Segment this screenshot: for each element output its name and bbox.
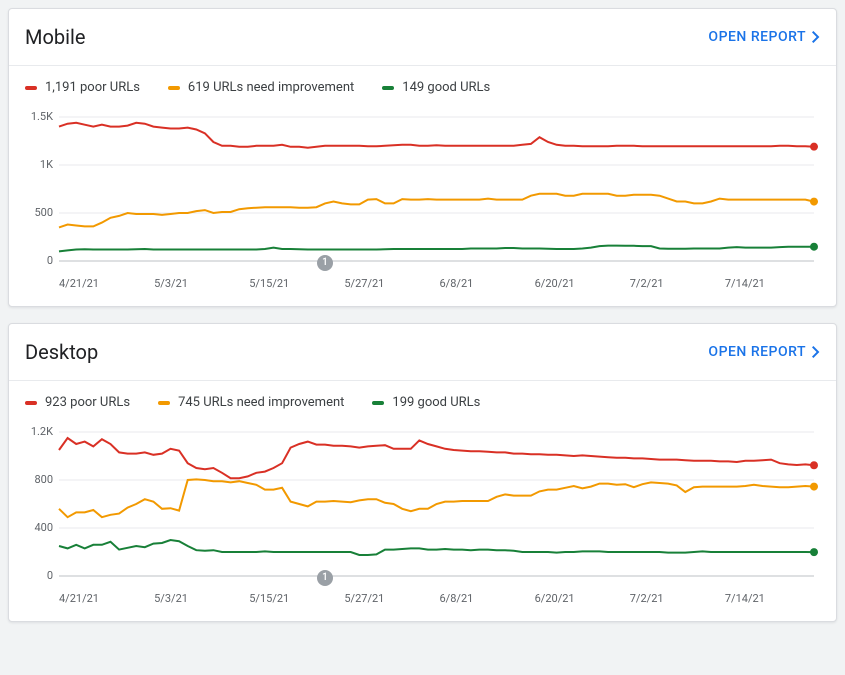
svg-text:800: 800 (34, 473, 53, 486)
legend-item-poor: 923 poor URLs (25, 395, 130, 410)
svg-text:1K: 1K (40, 158, 53, 171)
mobile-open-report-link[interactable]: OPEN REPORT (708, 29, 820, 45)
x-tick-label: 5/27/21 (344, 277, 439, 290)
legend-item-good: 149 good URLs (382, 80, 490, 95)
x-tick-label: 4/21/21 (59, 592, 154, 605)
x-tick-label: 7/2/21 (630, 277, 725, 290)
svg-text:1.2K: 1.2K (31, 425, 53, 438)
mobile-legend: 1,191 poor URLs 619 URLs need improvemen… (9, 66, 836, 101)
legend-label: 745 URLs need improvement (178, 395, 344, 410)
timeline-marker-icon[interactable]: 1 (317, 570, 333, 586)
x-tick-label: 6/8/21 (440, 592, 535, 605)
mobile-chart: 0 500 1K 1.5K 1 (9, 101, 836, 277)
x-tick-label: 6/20/21 (535, 592, 630, 605)
legend-swatch-good (372, 401, 384, 405)
mobile-chart-svg: 0 500 1K 1.5K (25, 109, 820, 269)
open-report-label: OPEN REPORT (708, 344, 806, 360)
chevron-right-icon (812, 346, 820, 358)
legend-label: 923 poor URLs (45, 395, 130, 410)
x-tick-label: 7/14/21 (725, 277, 820, 290)
legend-item-good: 199 good URLs (372, 395, 480, 410)
desktop-card-header: Desktop OPEN REPORT (9, 324, 836, 372)
x-tick-label: 5/27/21 (344, 592, 439, 605)
desktop-open-report-link[interactable]: OPEN REPORT (708, 344, 820, 360)
legend-label: 1,191 poor URLs (45, 80, 140, 95)
legend-swatch-ni (158, 401, 170, 405)
legend-label: 619 URLs need improvement (188, 80, 354, 95)
x-tick-label: 6/20/21 (535, 277, 630, 290)
legend-item-need-improvement: 619 URLs need improvement (168, 80, 354, 95)
legend-item-need-improvement: 745 URLs need improvement (158, 395, 344, 410)
x-tick-label: 7/2/21 (630, 592, 725, 605)
svg-text:1.5K: 1.5K (31, 110, 53, 123)
legend-swatch-poor (25, 86, 37, 90)
desktop-x-axis: 4/21/215/3/215/15/215/27/216/8/216/20/21… (9, 592, 836, 621)
x-tick-label: 5/3/21 (154, 592, 249, 605)
desktop-legend: 923 poor URLs 745 URLs need improvement … (9, 381, 836, 416)
desktop-title: Desktop (25, 340, 98, 364)
svg-text:400: 400 (34, 521, 53, 534)
legend-label: 149 good URLs (402, 80, 490, 95)
mobile-title: Mobile (25, 25, 85, 49)
x-tick-label: 6/8/21 (440, 277, 535, 290)
chevron-right-icon (812, 31, 820, 43)
desktop-chart-svg: 0 400 800 1.2K (25, 424, 820, 584)
legend-swatch-ni (168, 86, 180, 90)
x-tick-label: 5/15/21 (249, 277, 344, 290)
svg-text:0: 0 (47, 569, 53, 582)
x-tick-label: 7/14/21 (725, 592, 820, 605)
legend-item-poor: 1,191 poor URLs (25, 80, 140, 95)
x-tick-label: 5/3/21 (154, 277, 249, 290)
svg-text:0: 0 (47, 254, 53, 267)
mobile-card: Mobile OPEN REPORT 1,191 poor URLs 619 U… (8, 8, 837, 307)
x-tick-label: 4/21/21 (59, 277, 154, 290)
x-tick-label: 5/15/21 (249, 592, 344, 605)
svg-text:500: 500 (34, 206, 53, 219)
open-report-label: OPEN REPORT (708, 29, 806, 45)
legend-swatch-good (382, 86, 394, 90)
timeline-marker-icon[interactable]: 1 (317, 255, 333, 271)
mobile-x-axis: 4/21/215/3/215/15/215/27/216/8/216/20/21… (9, 277, 836, 306)
legend-label: 199 good URLs (392, 395, 480, 410)
desktop-chart: 0 400 800 1.2K 1 (9, 416, 836, 592)
desktop-card: Desktop OPEN REPORT 923 poor URLs 745 UR… (8, 323, 837, 622)
legend-swatch-poor (25, 401, 37, 405)
mobile-card-header: Mobile OPEN REPORT (9, 9, 836, 57)
